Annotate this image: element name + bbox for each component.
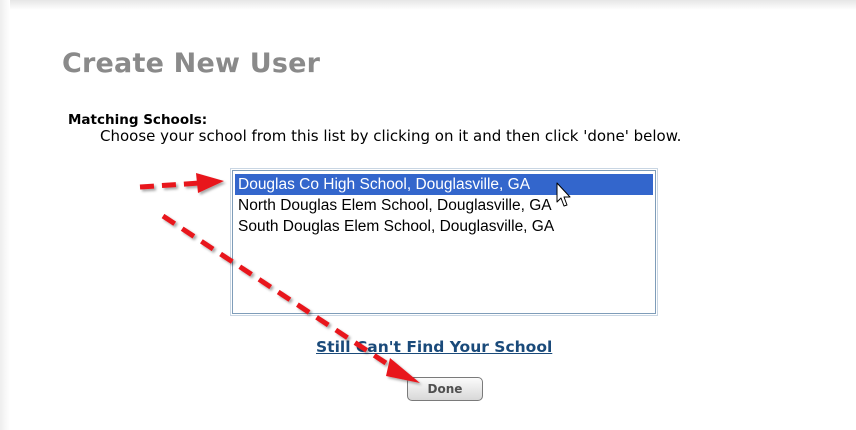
school-listbox[interactable]: Douglas Co High School, Douglasville, GA…	[230, 168, 658, 316]
school-option-south-douglas-elem[interactable]: South Douglas Elem School, Douglasville,…	[235, 216, 653, 237]
instructions-text: Choose your school from this list by cli…	[100, 127, 682, 145]
school-option-north-douglas-elem[interactable]: North Douglas Elem School, Douglasville,…	[235, 195, 653, 216]
done-button[interactable]: Done	[407, 377, 483, 401]
matching-schools-label: Matching Schools:	[68, 112, 208, 128]
page-title: Create New User	[62, 48, 321, 79]
window-top-shadow	[0, 0, 856, 10]
arrow-to-school-option	[139, 173, 224, 193]
create-user-page: Create New User Matching Schools: Choose…	[0, 0, 856, 430]
still-cant-find-school-link[interactable]: Still Can't Find Your School	[316, 338, 552, 356]
school-option-douglas-co-high[interactable]: Douglas Co High School, Douglasville, GA	[235, 174, 653, 195]
window-left-shadow	[0, 0, 10, 430]
